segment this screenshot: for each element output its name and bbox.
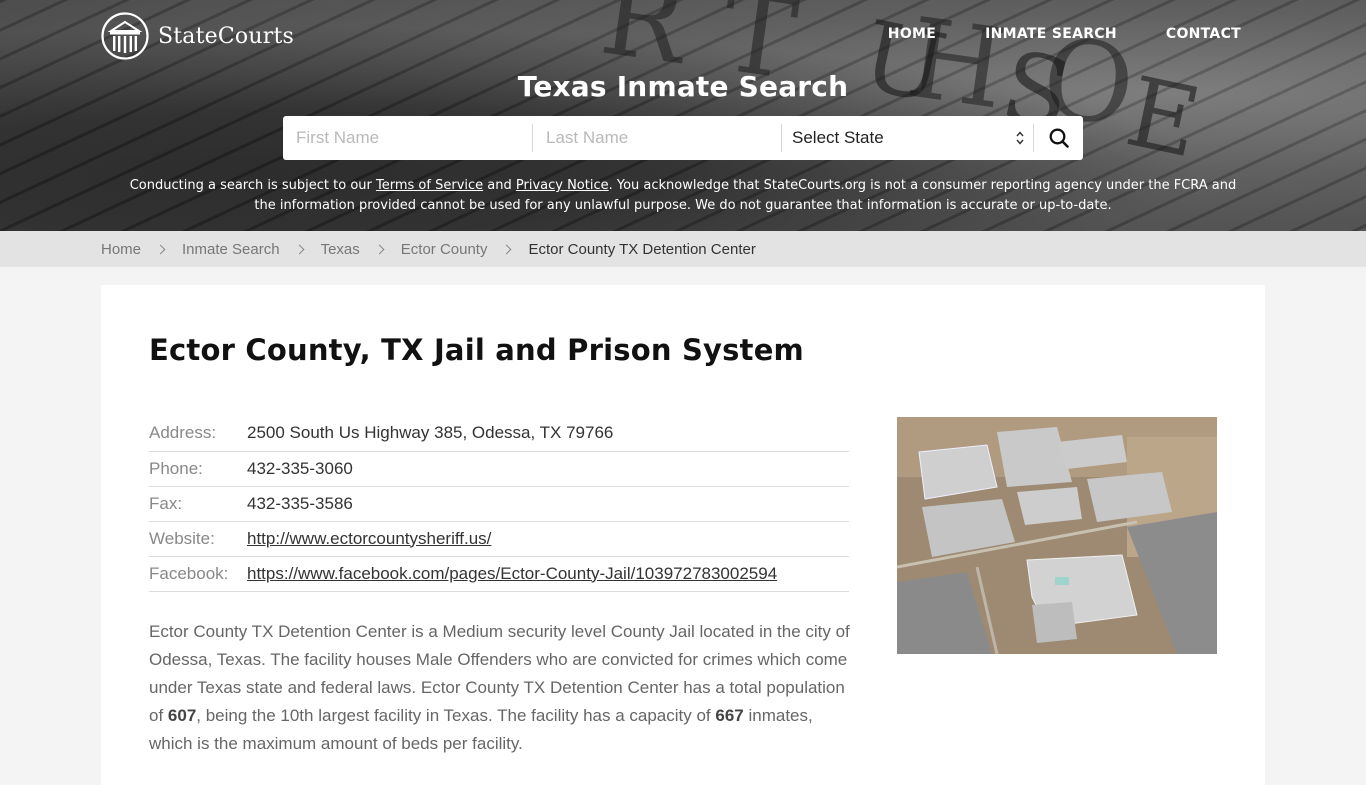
website-link[interactable]: http://www.ectorcountysheriff.us/ <box>247 529 491 548</box>
search-button[interactable] <box>1034 116 1083 160</box>
privacy-notice-link[interactable]: Privacy Notice <box>516 178 609 193</box>
population-value: 607 <box>167 706 197 725</box>
disclaimer-text: and <box>483 178 516 193</box>
info-row-website: Website: http://www.ectorcountysheriff.u… <box>149 521 849 557</box>
info-label: Website: <box>149 521 247 557</box>
info-row-fax: Fax: 432-335-3586 <box>149 486 849 522</box>
search-icon <box>1049 128 1069 148</box>
breadcrumb-inmate-search[interactable]: Inmate Search <box>182 241 280 258</box>
first-name-input[interactable] <box>283 124 532 152</box>
address-value: 2500 South Us Highway 385, Odessa, TX 79… <box>247 416 849 452</box>
info-label: Facebook: <box>149 556 247 592</box>
info-label: Address: <box>149 416 247 452</box>
info-row-facebook: Facebook: https://www.facebook.com/pages… <box>149 556 849 592</box>
facility-image-illustration <box>897 417 1217 654</box>
description-text: , being the 10th largest facility in Tex… <box>196 706 716 725</box>
nav-contact[interactable]: CONTACT <box>1166 26 1241 42</box>
breadcrumb-current: Ector County TX Detention Center <box>528 240 756 258</box>
info-row-phone: Phone: 432-335-3060 <box>149 451 849 487</box>
page-title: Ector County, TX Jail and Prison System <box>149 333 804 367</box>
info-row-address: Address: 2500 South Us Highway 385, Odes… <box>149 416 849 452</box>
facility-card: Ector County, TX Jail and Prison System … <box>101 285 1265 785</box>
breadcrumb-ector-county[interactable]: Ector County <box>401 241 488 258</box>
brand-logo[interactable]: StateCourts <box>101 12 294 60</box>
inmate-search-form: Select State <box>283 116 1083 160</box>
nav-home[interactable]: HOME <box>888 26 936 42</box>
top-bar: StateCourts HOME INMATE SEARCH CONTACT <box>0 0 1366 72</box>
fax-value: 432-335-3586 <box>247 486 849 522</box>
facility-description: Ector County TX Detention Center is a Me… <box>149 618 854 758</box>
breadcrumb-home[interactable]: Home <box>101 241 141 258</box>
terms-of-service-link[interactable]: Terms of Service <box>376 178 483 193</box>
chevron-right-icon <box>502 244 512 254</box>
select-updown-arrows-icon <box>1016 131 1024 145</box>
breadcrumb: Home Inmate Search Texas Ector County Ec… <box>0 231 1366 267</box>
search-disclaimer: Conducting a search is subject to our Te… <box>120 176 1246 216</box>
facility-aerial-photo <box>897 417 1217 654</box>
last-name-input[interactable] <box>533 124 781 152</box>
disclaimer-text: Conducting a search is subject to our <box>129 178 377 193</box>
info-label: Fax: <box>149 486 247 522</box>
courthouse-columns-icon <box>101 12 149 60</box>
capacity-value: 667 <box>715 706 744 725</box>
phone-value: 432-335-3060 <box>247 451 849 487</box>
breadcrumb-texas[interactable]: Texas <box>321 241 360 258</box>
hero-title: Texas Inmate Search <box>517 70 849 103</box>
chevron-right-icon <box>294 244 305 254</box>
state-select-value: Select State <box>792 128 884 147</box>
info-label: Phone: <box>149 451 247 487</box>
brand-name: StateCourts <box>158 23 294 49</box>
facebook-link[interactable]: https://www.facebook.com/pages/Ector-Cou… <box>247 564 777 583</box>
state-select[interactable]: Select State <box>782 124 1033 152</box>
chevron-right-icon <box>374 244 385 254</box>
nav-inmate-search[interactable]: INMATE SEARCH <box>985 26 1117 42</box>
facility-info-table: Address: 2500 South Us Highway 385, Odes… <box>149 416 849 592</box>
chevron-right-icon <box>155 244 166 254</box>
main-nav: HOME INMATE SEARCH CONTACT <box>839 26 1241 42</box>
hero-header: RT HO USE StateCourts HOME INMATE SEARCH… <box>0 0 1366 231</box>
